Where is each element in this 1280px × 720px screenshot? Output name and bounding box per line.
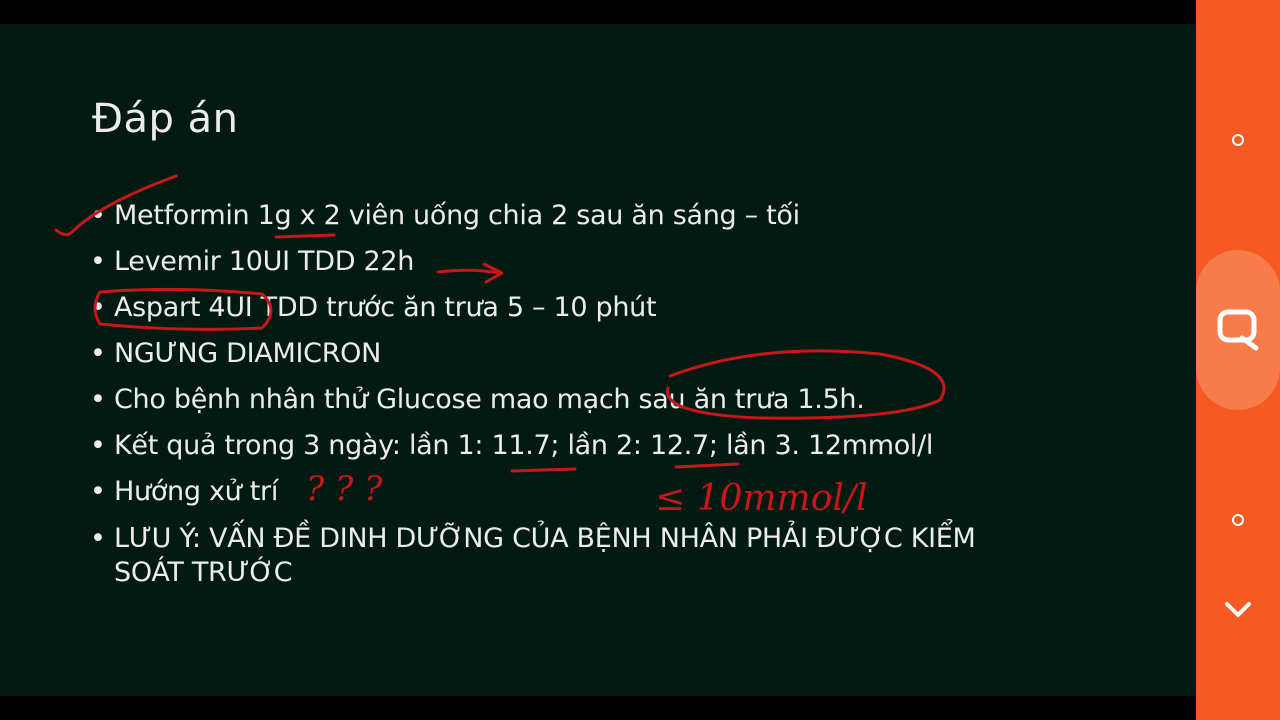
bullet-marker: • (90, 384, 106, 415)
bullet-list: • Metformin 1g x 2 viên uống chia 2 sau ă… (90, 200, 1050, 604)
bullet-item: • Levemir 10UI TDD 22h (90, 246, 1050, 278)
bullet-marker: • (90, 476, 106, 507)
chevron-down-icon (1225, 602, 1251, 617)
bullet-text: Cho bệnh nhân thử Glucose mao mạch sau ă… (114, 384, 865, 415)
bullet-marker: • (90, 200, 106, 231)
bullet-text: Levemir 10UI TDD 22h (114, 246, 415, 277)
circle-button[interactable] (1196, 500, 1280, 540)
presentation-slide: Đáp án • Metformin 1g x 2 viên uống chia … (0, 24, 1196, 696)
circle-button[interactable] (1196, 120, 1280, 160)
bottom-letterbox (0, 696, 1196, 720)
circle-icon (1232, 134, 1244, 146)
bullet-item: • Metformin 1g x 2 viên uống chia 2 sau ă… (90, 200, 1050, 232)
collapse-button[interactable] (1196, 590, 1280, 630)
bullet-item: • Aspart 4UI TDD trước ăn trưa 5 – 10 phú… (90, 292, 1050, 324)
bullet-marker: • (90, 523, 106, 554)
screenshot-search-icon (1217, 309, 1259, 351)
bullet-item: • Cho bệnh nhân thử Glucose mao mạch sau … (90, 384, 1050, 416)
floating-side-panel (1196, 0, 1280, 720)
bullet-text: Aspart 4UI TDD trước ăn trưa 5 – 10 phút (114, 292, 657, 323)
bullet-text: LƯU Ý: VẤN ĐỀ DINH DƯỠNG CỦA BỆNH NHÂN P… (114, 523, 976, 588)
top-letterbox (0, 0, 1196, 24)
slide-title: Đáp án (92, 96, 239, 142)
bullet-item: • Hướng xử trí (90, 476, 1050, 508)
bullet-item: • Kết quả trong 3 ngày: lần 1: 11.7; lần … (90, 430, 1050, 462)
circle-icon (1232, 514, 1244, 526)
screenshot-button[interactable] (1196, 250, 1280, 410)
bullet-marker: • (90, 292, 106, 323)
bullet-item: • NGƯNG DIAMICRON (90, 338, 1050, 370)
bullet-marker: • (90, 338, 106, 369)
bullet-marker: • (90, 430, 106, 461)
bullet-text: Kết quả trong 3 ngày: lần 1: 11.7; lần 2… (114, 430, 934, 461)
bullet-marker: • (90, 246, 106, 277)
bullet-text: Hướng xử trí (114, 476, 279, 507)
bullet-text: NGƯNG DIAMICRON (114, 338, 382, 369)
bullet-text: Metformin 1g x 2 viên uống chia 2 sau ăn… (114, 200, 800, 231)
bullet-item: • LƯU Ý: VẤN ĐỀ DINH DƯỠNG CỦA BỆNH NHÂN … (90, 522, 1050, 590)
